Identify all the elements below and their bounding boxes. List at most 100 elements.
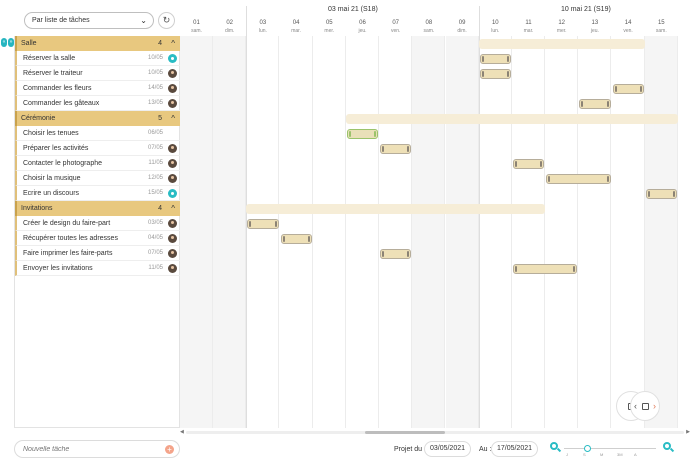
task-bar[interactable]	[247, 218, 279, 229]
day-number: 04	[292, 20, 300, 26]
refresh-button[interactable]: ↻	[158, 12, 175, 29]
zoom-slider[interactable]: J S M 3M A	[564, 445, 656, 459]
task-bar[interactable]	[612, 83, 644, 94]
task-list: Salle 4 ^ Réserver la salle 10/05 Réserver le…	[14, 36, 180, 428]
task-row[interactable]: Créer le design du faire-part 03/05	[15, 216, 180, 231]
task-bar[interactable]	[546, 173, 611, 184]
horizontal-scrollbar[interactable]: ◀ ▶	[180, 429, 690, 435]
day-header: 09 dim.	[446, 19, 479, 36]
day-name: sam.	[191, 28, 202, 34]
avatar[interactable]	[168, 189, 177, 198]
day-name: ven.	[623, 28, 633, 34]
group-row[interactable]: Salle 4 ^	[15, 36, 180, 51]
group-bar[interactable]	[478, 38, 645, 49]
project-start-date[interactable]: 03/05/2021	[424, 441, 471, 457]
day-header: 02 dim.	[213, 19, 246, 36]
zoom-in-icon[interactable]	[663, 442, 675, 453]
project-end-date[interactable]: 17/05/2021	[491, 441, 538, 457]
double-chevron-left-icon[interactable]: «	[1, 38, 7, 47]
avatar[interactable]	[168, 99, 177, 108]
scroll-thumb[interactable]	[365, 431, 445, 434]
new-task-field[interactable]: +	[14, 440, 180, 458]
day-header: 15 sam.	[645, 19, 678, 36]
avatar[interactable]	[168, 84, 177, 93]
avatar[interactable]	[168, 264, 177, 273]
task-row[interactable]: Préparer les activités 07/05	[15, 141, 180, 156]
task-name: Faire imprimer les faire-parts	[23, 250, 113, 257]
plus-icon[interactable]: +	[165, 445, 174, 454]
avatar[interactable]	[168, 174, 177, 183]
task-row[interactable]: Choisir les tenues 06/05	[15, 126, 180, 141]
avatar[interactable]	[168, 144, 177, 153]
task-row[interactable]: Récupérer toutes les adresses 04/05	[15, 231, 180, 246]
task-bar[interactable]	[347, 128, 379, 139]
task-name: Ecrire un discours	[23, 190, 80, 197]
task-bar[interactable]	[380, 143, 412, 154]
task-date: 03/05	[147, 220, 163, 226]
task-bar[interactable]	[479, 53, 511, 64]
task-bar[interactable]	[513, 158, 545, 169]
task-name: Choisir la musique	[23, 175, 81, 182]
avatar[interactable]	[168, 234, 177, 243]
task-row[interactable]: Ecrire un discours 15/05	[15, 186, 180, 201]
calendar-icon[interactable]	[642, 403, 649, 410]
day-column	[346, 36, 379, 428]
task-row[interactable]: Faire imprimer les faire-parts 07/05	[15, 246, 180, 261]
task-row[interactable]: Réserver la salle 10/05	[15, 51, 180, 66]
chevron-down-icon: ⌄	[140, 16, 147, 25]
task-date: 13/05	[147, 100, 163, 106]
task-row[interactable]: Envoyer les invitations 11/05	[15, 261, 180, 276]
task-name: Récupérer toutes les adresses	[23, 235, 118, 242]
view-select[interactable]: Par liste de tâches ⌄	[24, 12, 154, 29]
group-row[interactable]: Invitations 4 ^	[15, 201, 180, 216]
day-header: 10 lun.	[479, 19, 512, 36]
day-number: 07	[392, 20, 400, 26]
day-number: 03	[259, 20, 267, 26]
task-bar[interactable]	[280, 233, 312, 244]
task-row[interactable]: Commander les fleurs 14/05	[15, 81, 180, 96]
task-date: 07/05	[147, 145, 163, 151]
new-task-input[interactable]	[23, 441, 153, 457]
day-name: jeu.	[590, 28, 599, 34]
task-row[interactable]: Commander les gâteaux 13/05	[15, 96, 180, 111]
group-bar[interactable]	[346, 113, 678, 124]
task-date: 10/05	[147, 70, 163, 76]
day-name: sam.	[655, 28, 667, 34]
chevron-up-icon[interactable]: ^	[171, 201, 175, 216]
day-name: mar.	[523, 28, 534, 34]
task-bar[interactable]	[479, 68, 511, 79]
task-bar[interactable]	[579, 98, 611, 109]
day-name: dim.	[224, 28, 235, 34]
chevron-up-icon[interactable]: ^	[171, 36, 175, 51]
avatar[interactable]	[168, 249, 177, 258]
avatar[interactable]	[168, 219, 177, 228]
avatar[interactable]	[168, 159, 177, 168]
chevron-left-icon[interactable]: ‹	[634, 401, 637, 411]
day-header: 03 lun.	[246, 19, 279, 36]
zoom-out-icon[interactable]	[550, 442, 562, 453]
task-bar[interactable]	[645, 188, 677, 199]
week-header: 03 mai 21 (S18) 10 mai 21 (S19)	[180, 6, 690, 18]
footer-bar: Projet du : 03/05/2021 Au : 17/05/2021 J…	[180, 436, 690, 461]
scroll-left-icon[interactable]: ◀	[180, 429, 184, 435]
task-bar[interactable]	[513, 263, 578, 274]
avatar[interactable]	[168, 54, 177, 63]
task-row[interactable]: Contacter le photographe 11/05	[15, 156, 180, 171]
group-row[interactable]: Cérémonie 5 ^	[15, 111, 180, 126]
scroll-right-icon[interactable]: ▶	[686, 429, 690, 435]
task-bar[interactable]	[380, 248, 412, 259]
task-date: 15/05	[147, 190, 163, 196]
gantt-chart: 03 mai 21 (S18) 10 mai 21 (S19) 01 sam. 02 d…	[180, 0, 690, 430]
task-name: Envoyer les invitations	[23, 265, 93, 272]
group-bar[interactable]	[246, 203, 546, 214]
zoom-track	[564, 448, 656, 449]
zoom-thumb[interactable]	[584, 445, 591, 452]
task-row[interactable]: Choisir la musique 12/05	[15, 171, 180, 186]
chevron-right-icon[interactable]: ›	[653, 401, 656, 411]
task-date: 04/05	[147, 235, 163, 241]
avatar[interactable]	[168, 69, 177, 78]
chevron-up-icon[interactable]: ^	[171, 111, 175, 126]
task-row[interactable]: Réserver le traiteur 10/05	[15, 66, 180, 81]
day-header: 07 ven.	[379, 19, 412, 36]
expand-collapse-toggles[interactable]: « »	[1, 38, 14, 47]
